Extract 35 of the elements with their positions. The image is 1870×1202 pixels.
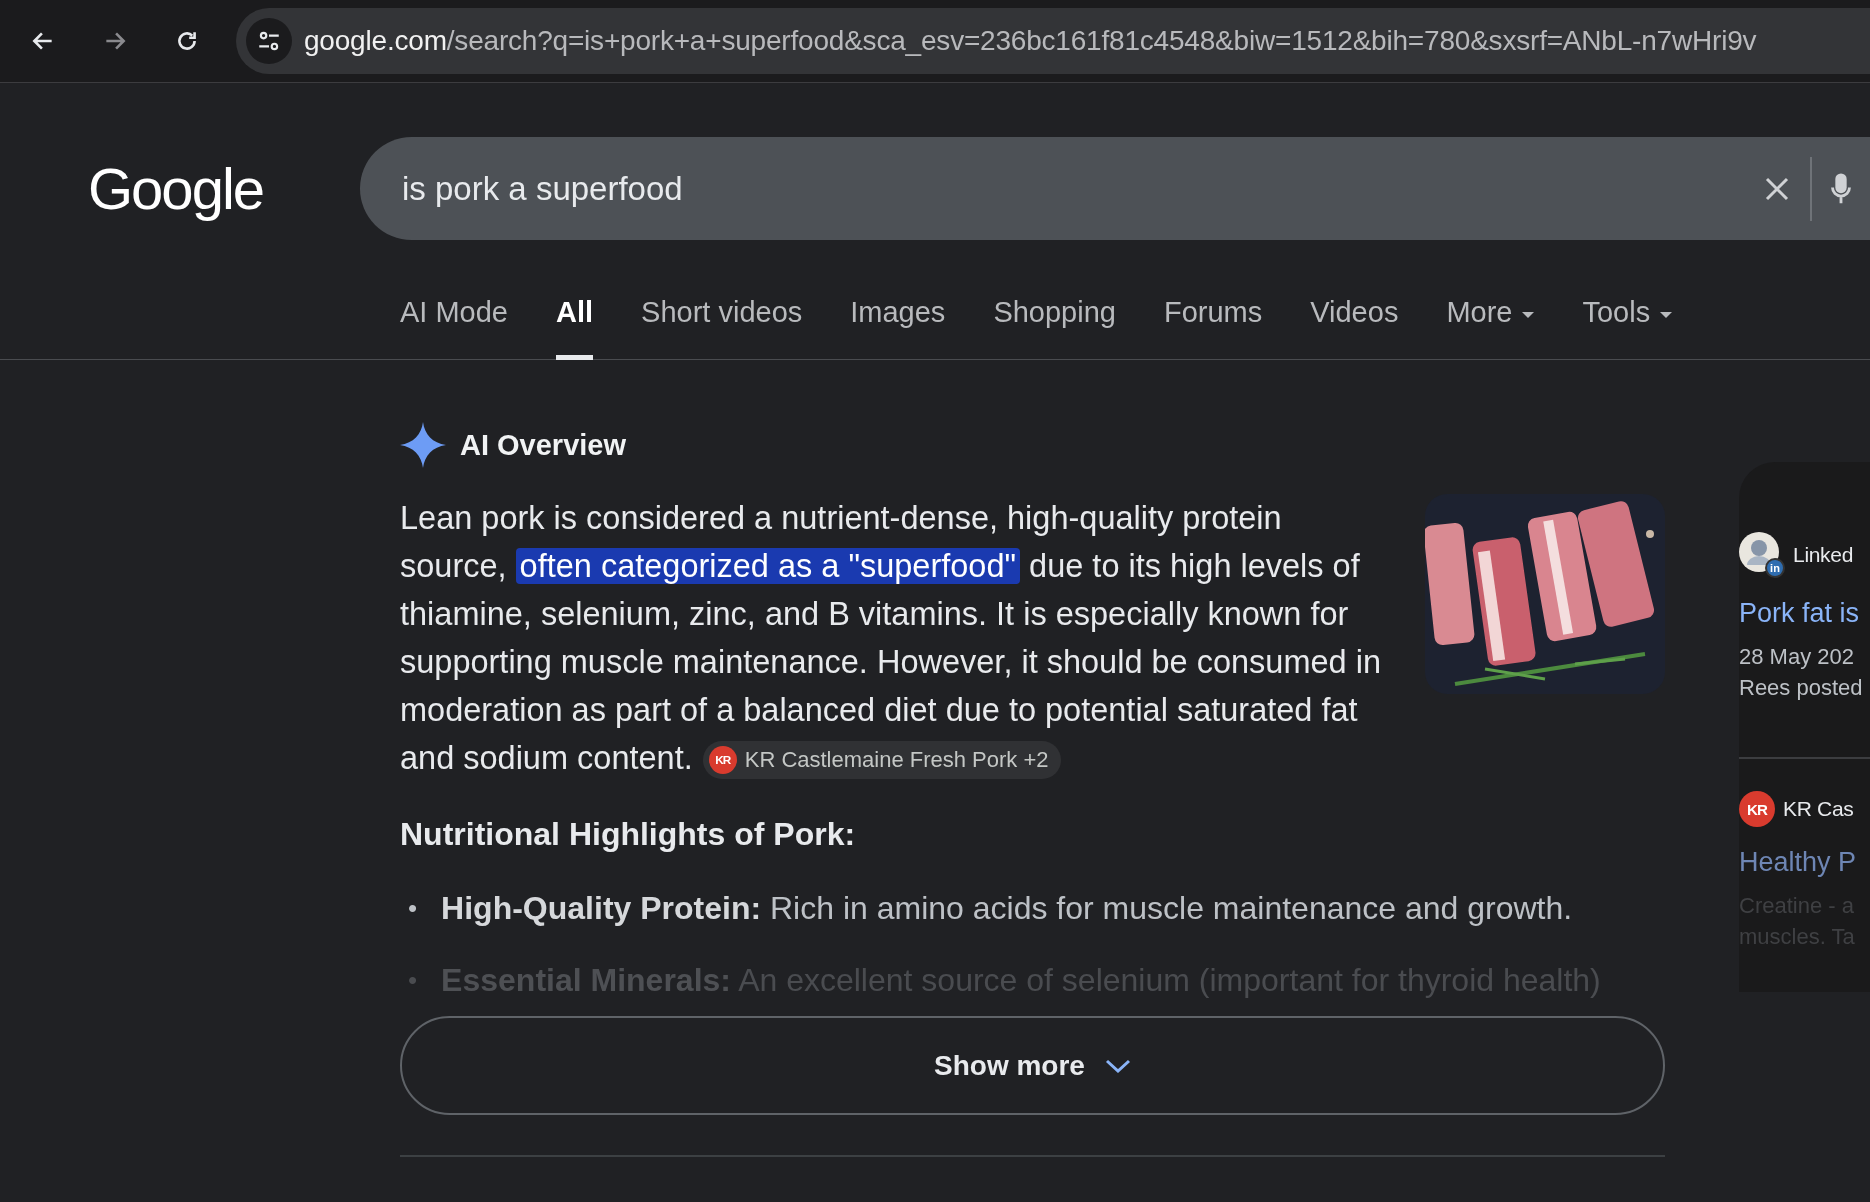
chevron-down-icon <box>1104 1058 1131 1073</box>
search-tab[interactable]: Images <box>850 290 946 360</box>
sparkle-icon <box>400 422 446 468</box>
source-name: KR Cas <box>1783 797 1854 822</box>
search-tab[interactable]: AI Mode <box>400 290 508 360</box>
snippet-text: 28 May 202 <box>1739 643 1855 671</box>
search-tab[interactable]: Short videos <box>641 290 803 360</box>
search-field[interactable]: is pork a superfood <box>360 137 1870 240</box>
citation-link[interactable]: KR KR Castlemaine Fresh Pork +2 <box>702 741 1061 780</box>
address-bar[interactable]: google.com/search?q=is+pork+a+superfood&sca_esv=236bc161f81c4548&biw=1512&bih=780&sxsrf=ANbL-n7wHri9v <box>236 8 1870 74</box>
result-link[interactable]: Pork fat is <box>1739 598 1870 629</box>
search-tab[interactable]: Shopping <box>993 290 1116 360</box>
ai-overview-title: AI Overview <box>460 428 627 462</box>
search-query: is pork a superfood <box>402 169 684 208</box>
search-tab[interactable]: More <box>1446 290 1535 360</box>
network-badge: in <box>1765 558 1785 578</box>
microphone-icon <box>1830 171 1852 206</box>
source-logo: KR <box>1739 791 1775 828</box>
result-link[interactable]: Healthy P <box>1739 847 1870 879</box>
search-tab[interactable]: Forums <box>1163 290 1263 360</box>
search-tab[interactable]: Tools <box>1582 290 1673 360</box>
bullet-mark: • <box>408 892 418 924</box>
overview-paragraph: Lean pork is considered a nutrient-dense, high-quality protein source, often categorized as a "superfood" due to its high levels of thiamine, selenium, zinc, and B vitamins. It is especially known for supporting muscle maintenance. However, it should be consumed in moderation as part of a balanced diet due to potential saturated fat and sodium content. KR KR Castlemaine Fresh Pork +2 <box>400 494 1387 782</box>
snippet-text: Rees posted <box>1739 674 1864 702</box>
show-more-button[interactable]: Show more <box>400 1016 1665 1115</box>
search-tab[interactable]: All <box>556 290 594 360</box>
bullet-item: High-Quality Protein: Rich in amino acids for muscle maintenance and growth. <box>441 889 1573 928</box>
url-text: google.com/search?q=is+pork+a+superfood&sca_esv=236bc161f81c4548&biw=1512&bih=780&sxsrf=ANbL-n7wHri9v <box>304 25 1757 57</box>
section-heading: Nutritional Highlights of Pork: <box>400 816 857 853</box>
avatar-icon <box>1739 532 1779 572</box>
bullet-mark: • <box>408 965 418 997</box>
google-logo[interactable]: Google <box>88 155 360 222</box>
site-settings-button[interactable] <box>246 18 292 64</box>
source-name: Linked <box>1793 543 1854 567</box>
search-tab[interactable]: Videos <box>1310 290 1399 360</box>
